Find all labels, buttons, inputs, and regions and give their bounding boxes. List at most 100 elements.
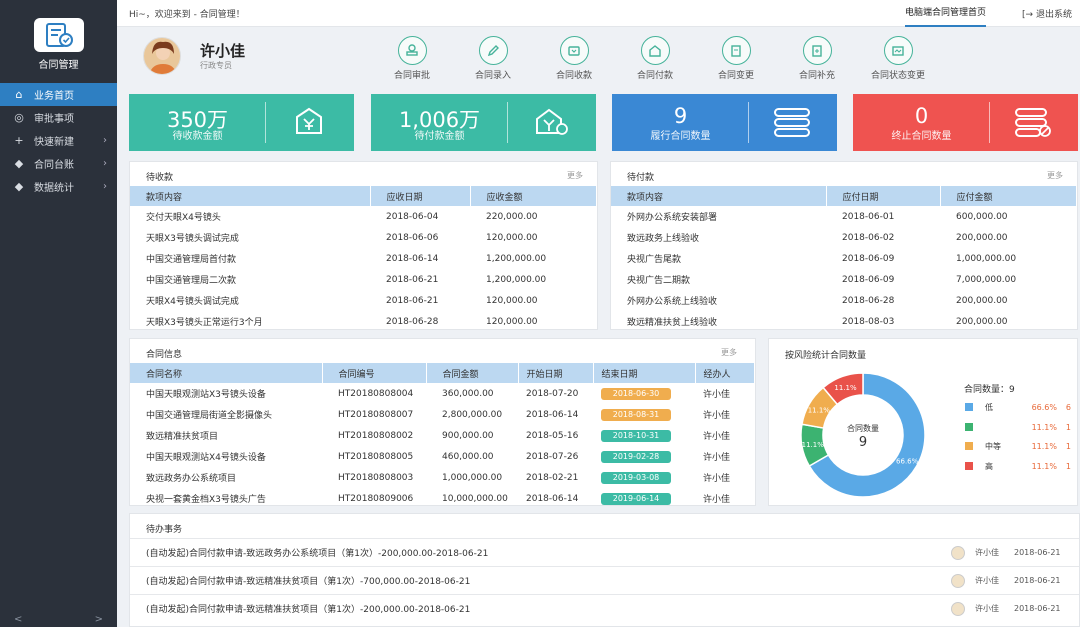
table-row[interactable]: 致远政务办公系统项目 HT20180808003 1,000,000.00 2018-… [130,467,755,488]
quick-action-change[interactable]: 合同变更 [706,36,766,81]
sidebar-item-ledger[interactable]: ◆ 合同台账 › [0,152,117,175]
logout-label: 退出系统 [1035,9,1072,20]
todo-item[interactable]: (自动发起)合同付款申请-致远精准扶贫项目（第1次）-700,000.00-20… [130,566,1079,594]
quick-action-receive[interactable]: 合同收款 [544,36,604,81]
stat-card-payable[interactable]: 1,006万 待付款金额 [371,94,596,151]
table-row[interactable]: 中国交通管理局首付款 2018-06-14 1,200,000.00 [130,248,597,269]
table-cell: 许小佳 [703,411,731,421]
table-row[interactable]: 外网办公系统安装部署 2018-06-01 600,000.00 [611,206,1077,227]
user-avatar-icon [951,601,965,616]
legend-swatch [965,462,973,470]
sidebar-item-quick-create[interactable]: + 快速新建 › [0,129,117,152]
table-row[interactable]: 外网办公系统上线验收 2018-06-28 200,000.00 [611,290,1077,311]
stat-divider [748,102,749,143]
column-header[interactable]: 应收金额 [470,186,597,206]
table-cell: 2018-07-26 [526,451,579,462]
table-row[interactable]: 天眼X3号镜头调试完成 2018-06-06 120,000.00 [130,227,597,248]
donut-center-value: 9 [859,435,867,450]
quick-action-approve[interactable]: 合同审批 [382,36,442,81]
sidebar-item-home[interactable]: ⌂ 业务首页 [0,83,117,106]
legend-item[interactable]: 高 11.1% 1 [965,460,1071,472]
table-row[interactable]: 天眼X4号镜头调试完成 2018-06-21 120,000.00 [130,290,597,311]
table-row[interactable]: 交付天眼X4号镜头 2018-06-04 220,000.00 [130,206,597,227]
sidebar-item-approval[interactable]: ◎ 审批事项 [0,106,117,129]
receivable-panel: 待收款 更多 款项内容 应收日期 应收金额 交付天眼X4号镜头 2018-06-0… [129,161,598,330]
quick-action-entry[interactable]: 合同录入 [463,36,523,81]
home-tab-link[interactable]: 电脑端合同管理首页 [905,0,987,27]
more-link[interactable]: 更多 [721,347,737,358]
avatar[interactable] [137,37,187,75]
todo-item[interactable]: (自动发起)合同付款申请-致远精准扶贫项目（第1次）-200,000.00-20… [130,594,1079,622]
more-link[interactable]: 更多 [567,170,583,181]
stat-card-active-contracts[interactable]: 9 履行合同数量 [612,94,837,151]
table-cell: 2018-06-06 [386,232,439,243]
table-cell: 1,200,000.00 [486,253,547,264]
sidebar: 合同管理 ⌂ 业务首页 ◎ 审批事项 + 快速新建 › ◆ 合同台账 › ◆ 数… [0,0,117,627]
column-header[interactable]: 结束日期 [593,363,696,383]
table-cell: 中国天眼观测站X4号镜头设备 [146,453,266,463]
table-row[interactable]: 致远精准扶贫项目 HT20180808002 900,000.00 2018-05-1… [130,425,755,446]
legend-item[interactable]: 中等 11.1% 1 [965,440,1071,452]
table-row[interactable]: 中国交通管理局二次款 2018-06-21 1,200,000.00 [130,269,597,290]
logout-icon: [→ [1022,9,1034,20]
legend-item[interactable]: 低 66.6% 6 [965,401,1071,413]
table-cell: 7,000,000.00 [956,274,1017,285]
table-row[interactable]: 央视广告二期款 2018-06-09 7,000,000.00 [611,269,1077,290]
column-header[interactable]: 应付日期 [826,186,941,206]
legend-swatch [965,423,973,431]
stat-card-terminated-contracts[interactable]: 0 终止合同数量 [853,94,1078,151]
table-row[interactable]: 中国交通管理局街道全影摄像头 HT20180808007 2,800,000.00 2… [130,404,755,425]
table-row[interactable]: 致远政务上线验收 2018-06-02 200,000.00 [611,227,1077,248]
todo-item[interactable]: (自动发起)合同付款申请-致远政务办公系统项目（第1次）-200,000.00-… [130,538,1079,566]
panel-title: 按风险统计合同数量 [785,351,867,361]
chevron-right-icon: › [103,135,107,146]
column-header[interactable]: 合同金额 [426,363,519,383]
quick-action-status-change[interactable]: 合同状态变更 [868,36,928,81]
collapse-left-button[interactable]: < [14,614,22,625]
table-cell: 许小佳 [703,453,731,463]
server-block-icon [1011,106,1055,138]
user-name: 许小佳 [200,42,246,60]
todo-date: 2018-06-21 [1014,548,1061,557]
collapse-right-button[interactable]: > [95,614,103,625]
column-header[interactable]: 款项内容 [130,186,371,206]
column-header[interactable]: 应收日期 [370,186,471,206]
sidebar-item-label: 业务首页 [34,91,74,102]
table-row[interactable]: 央视一套黄金档X3号镜头广告 HT20180809006 10,000,000.00… [130,488,755,509]
table-cell: 天眼X3号镜头调试完成 [146,234,239,244]
user-role: 行政专员 [200,61,232,70]
table-row[interactable]: 央视广告尾款 2018-06-09 1,000,000.00 [611,248,1077,269]
table-cell: 2018-06-01 [842,211,895,222]
risk-donut-chart: 66.6% 11.1% 11.1% 11.1% 合同数量 9 [800,372,926,498]
todo-user: 许小佳 [975,604,999,613]
logout-button[interactable]: [→ 退出系统 [1022,7,1072,20]
end-date-badge: 2019-03-08 [601,471,671,484]
table-cell: 致远精准扶贫项目 [146,432,219,442]
column-header[interactable]: 款项内容 [611,186,827,206]
sidebar-item-stats[interactable]: ◆ 数据统计 › [0,175,117,198]
stat-card-receivable[interactable]: 350万 待收款金额 [129,94,354,151]
table-cell: 致远精准扶贫上线验收 [627,318,718,328]
sidebar-nav: ⌂ 业务首页 ◎ 审批事项 + 快速新建 › ◆ 合同台账 › ◆ 数据统计 › [0,83,117,198]
table-row[interactable]: 天眼X3号镜头正常运行3个月 2018-06-28 120,000.00 [130,311,597,332]
column-header[interactable]: 合同名称 [130,363,323,383]
legend-item[interactable]: 11.1% 1 [965,421,1071,433]
quick-action-pay[interactable]: 合同付款 [625,36,685,81]
quick-action-label: 合同变更 [717,71,754,81]
table-cell: 360,000.00 [442,388,494,399]
table-row[interactable]: 致远精准扶贫上线验收 2018-08-03 200,000.00 [611,311,1077,332]
table-cell: HT20180808002 [338,430,414,441]
column-header[interactable]: 合同编号 [322,363,427,383]
money-out-icon [529,106,573,138]
table-cell: 2018-07-20 [526,388,579,399]
app-logo[interactable] [33,18,84,52]
table-row[interactable]: 中国天眼观测站X4号镜头设备 HT20180808005 460,000.00 201… [130,446,755,467]
table-cell: 10,000,000.00 [442,493,508,504]
column-header[interactable]: 经办人 [695,363,755,383]
table-row[interactable]: 中国天眼观测站X3号镜头设备 HT20180808004 360,000.00 201… [130,383,755,404]
quick-action-supplement[interactable]: 合同补充 [787,36,847,81]
column-header[interactable]: 应付金额 [940,186,1077,206]
column-header[interactable]: 开始日期 [518,363,594,383]
table-cell: 外网办公系统安装部署 [627,213,718,223]
more-link[interactable]: 更多 [1047,170,1063,181]
